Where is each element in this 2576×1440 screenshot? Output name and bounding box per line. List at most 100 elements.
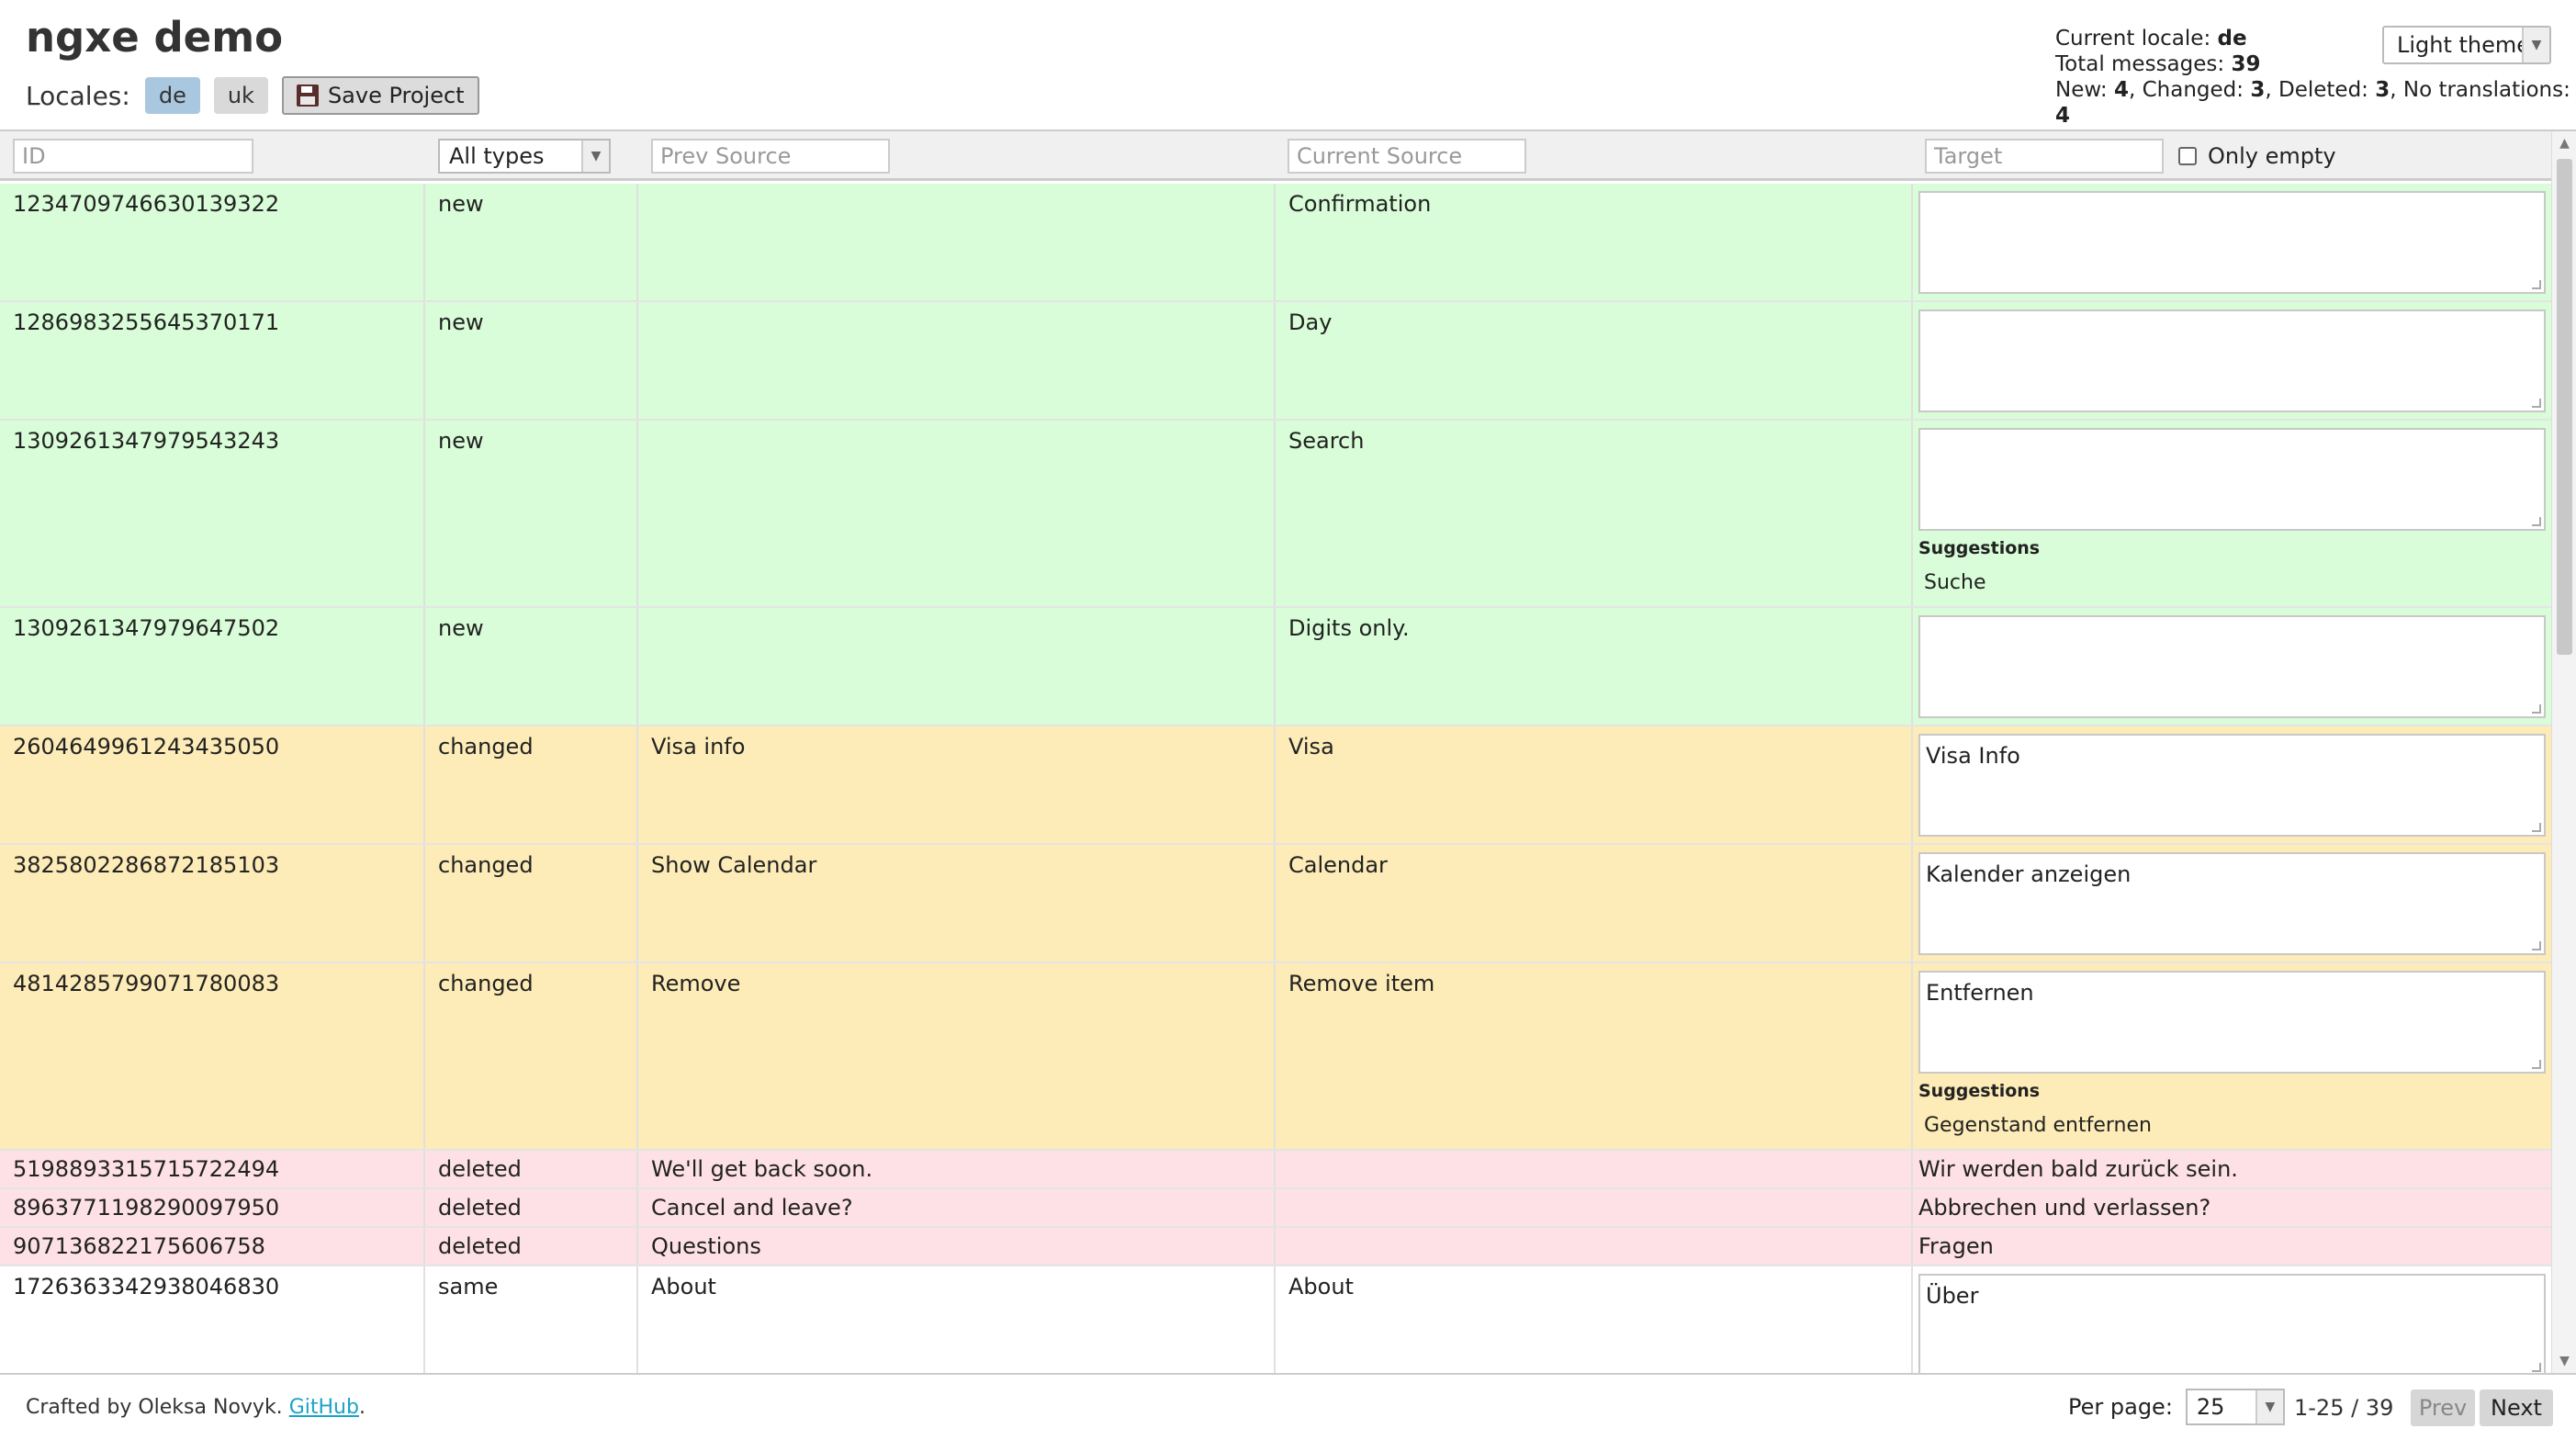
target-textarea[interactable]: Über	[1918, 1274, 2546, 1373]
total-label: Total messages:	[2055, 52, 2225, 76]
per-page-control: Per page: 25 ▼	[2068, 1388, 2285, 1426]
target-textarea[interactable]: Visa Info	[1918, 734, 2546, 837]
resize-grip-icon[interactable]	[2532, 517, 2541, 526]
row-prev-source: We'll get back soon.	[638, 1151, 1276, 1187]
no-translations-value: 4	[2055, 104, 2071, 128]
row-prev-source: Questions	[638, 1228, 1276, 1265]
table-row: 2604649961243435050 changed Visa info Vi…	[0, 726, 2551, 845]
row-id: 3825802286872185103	[0, 845, 425, 962]
row-prev-source	[638, 184, 1276, 300]
row-type: deleted	[425, 1228, 638, 1265]
pagination-range: 1-25 / 39	[2294, 1395, 2394, 1421]
save-project-button[interactable]: Save Project	[281, 76, 479, 115]
type-filter-select[interactable]: All types ▼	[438, 139, 611, 174]
new-value: 4	[2113, 78, 2129, 102]
row-target-cell: Visa Info	[1913, 726, 2551, 843]
scrollbar-thumb[interactable]	[2557, 159, 2572, 655]
row-current-source: About	[1276, 1266, 1913, 1373]
resize-grip-icon[interactable]	[2532, 1060, 2541, 1069]
target-textarea[interactable]	[1918, 191, 2546, 294]
row-type: new	[425, 184, 638, 300]
row-target-cell: Wir werden bald zurück sein.	[1913, 1151, 2551, 1187]
current-source-filter-cell: Current Source	[1288, 131, 1526, 181]
target-filter-cell: Target Only empty	[1925, 131, 2336, 181]
chevron-down-icon: ▼	[2522, 28, 2549, 62]
prev-page-button[interactable]: Prev	[2411, 1389, 2475, 1426]
row-id: 4814285799071780083	[0, 963, 425, 1149]
prev-source-filter-input[interactable]: Prev Source	[651, 139, 890, 174]
target-textarea[interactable]	[1918, 428, 2546, 531]
suggestions-title: Suggestions	[1918, 1081, 2041, 1101]
locale-button-de[interactable]: de	[144, 77, 200, 114]
row-current-source	[1276, 1151, 1913, 1187]
page-title: ngxe demo	[26, 13, 283, 62]
row-id: 2604649961243435050	[0, 726, 425, 843]
row-target-cell	[1913, 608, 2551, 725]
current-locale-label: Current locale:	[2055, 27, 2211, 51]
save-project-label: Save Project	[327, 83, 465, 108]
filter-row: ID All types ▼ Prev Source Current Sourc…	[0, 131, 2551, 181]
current-source-filter-input[interactable]: Current Source	[1288, 139, 1526, 174]
table-row: 1309261347979543243 new Search Suggestio…	[0, 421, 2551, 608]
github-link[interactable]: GitHub	[289, 1396, 359, 1419]
locales-bar: Locales: de uk Save Project	[26, 76, 479, 115]
row-target-cell: Suggestions Suche	[1913, 421, 2551, 606]
resize-grip-icon[interactable]	[2532, 399, 2541, 408]
resize-grip-icon[interactable]	[2532, 280, 2541, 289]
table-row: 907136822175606758 deleted Questions Fra…	[0, 1228, 2551, 1266]
row-id: 1726363342938046830	[0, 1266, 425, 1373]
vertical-scrollbar[interactable]: ▲ ▼	[2551, 131, 2576, 1373]
row-target-cell	[1913, 184, 2551, 300]
resize-grip-icon[interactable]	[2532, 823, 2541, 832]
row-current-source: Search	[1276, 421, 1913, 606]
scroll-down-icon[interactable]: ▼	[2552, 1349, 2576, 1373]
app-footer: Crafted by Oleksa Novyk. GitHub. Per pag…	[0, 1375, 2576, 1440]
row-prev-source: Visa info	[638, 726, 1276, 843]
row-current-source: Remove item	[1276, 963, 1913, 1149]
only-empty-checkbox[interactable]	[2178, 147, 2197, 165]
id-filter-input[interactable]: ID	[13, 139, 253, 174]
table-row: 1726363342938046830 same About About Übe…	[0, 1266, 2551, 1373]
row-current-source	[1276, 1228, 1913, 1265]
row-target-cell: Kalender anzeigen	[1913, 845, 2551, 962]
resize-grip-icon[interactable]	[2532, 1363, 2541, 1372]
row-current-source: Confirmation	[1276, 184, 1913, 300]
resize-grip-icon[interactable]	[2532, 704, 2541, 714]
row-type: deleted	[425, 1189, 638, 1226]
row-current-source: Calendar	[1276, 845, 1913, 962]
new-label: New:	[2055, 78, 2108, 102]
next-page-button[interactable]: Next	[2480, 1389, 2553, 1426]
target-textarea[interactable]: Kalender anzeigen	[1918, 852, 2546, 955]
only-empty-label: Only empty	[2208, 143, 2336, 169]
target-textarea[interactable]	[1918, 309, 2546, 412]
row-target-cell: Über	[1913, 1266, 2551, 1373]
target-textarea[interactable]	[1918, 615, 2546, 718]
prev-source-filter-cell: Prev Source	[651, 131, 890, 181]
scroll-up-icon[interactable]: ▲	[2552, 131, 2576, 155]
table-row: 4814285799071780083 changed Remove Remov…	[0, 963, 2551, 1151]
suggestion-item[interactable]: Gegenstand entfernen	[1918, 1114, 2546, 1137]
target-filter-input[interactable]: Target	[1925, 139, 2164, 174]
row-id: 907136822175606758	[0, 1228, 425, 1265]
resize-grip-icon[interactable]	[2532, 941, 2541, 951]
per-page-value: 25	[2196, 1394, 2225, 1420]
table-row: 8963771198290097950 deleted Cancel and l…	[0, 1189, 2551, 1228]
credit-end: .	[358, 1396, 366, 1419]
row-id: 5198893315715722494	[0, 1151, 425, 1187]
row-type: changed	[425, 845, 638, 962]
suggestion-item[interactable]: Suche	[1918, 571, 2546, 594]
row-type: same	[425, 1266, 638, 1373]
total-value: 39	[2231, 52, 2261, 76]
row-current-source: Visa	[1276, 726, 1913, 843]
table-row: 5198893315715722494 deleted We'll get ba…	[0, 1151, 2551, 1189]
row-current-source: Digits only.	[1276, 608, 1913, 725]
per-page-select[interactable]: 25 ▼	[2185, 1389, 2285, 1425]
locale-button-uk[interactable]: uk	[213, 77, 268, 114]
row-type: changed	[425, 726, 638, 843]
locales-label: Locales:	[26, 80, 130, 111]
target-text: Wir werden bald zurück sein.	[1918, 1156, 2238, 1182]
credit-text: Crafted by Oleksa Novyk. GitHub.	[26, 1396, 366, 1419]
target-textarea[interactable]: Entfernen	[1918, 971, 2546, 1074]
theme-select[interactable]: Light theme ▼	[2382, 26, 2551, 64]
table-row: 3825802286872185103 changed Show Calenda…	[0, 845, 2551, 963]
